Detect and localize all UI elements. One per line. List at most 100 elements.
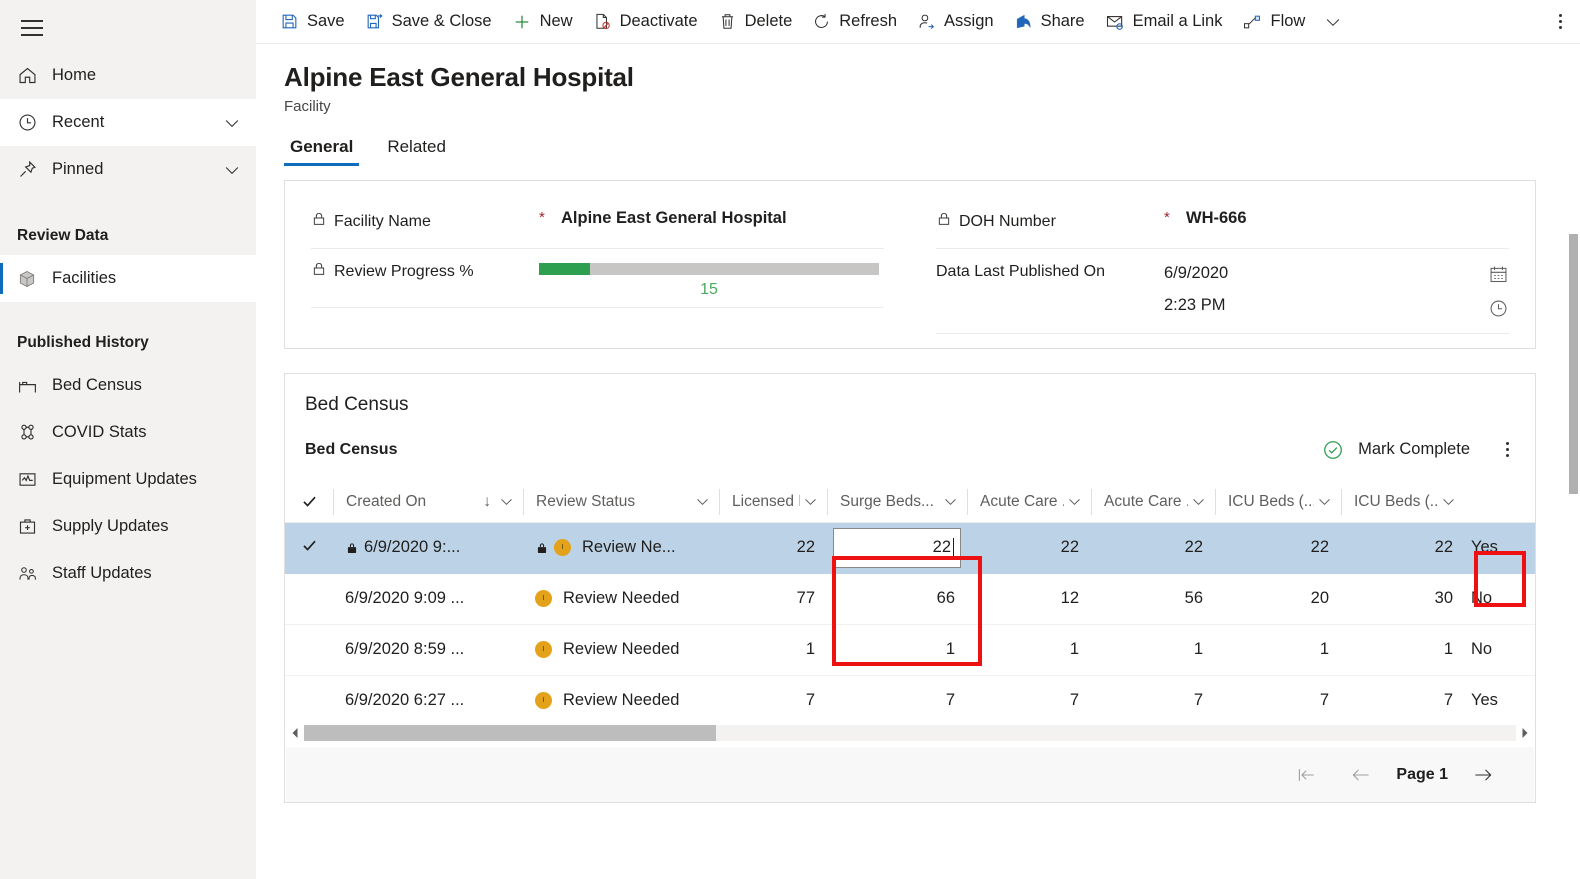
- published-date-value[interactable]: 6/9/2020: [1164, 257, 1475, 289]
- cell-icu-beds-2[interactable]: 30: [1341, 573, 1465, 625]
- sidebar-item-pinned[interactable]: Pinned: [0, 146, 256, 193]
- cell-acute-care-2[interactable]: 22: [1091, 522, 1215, 574]
- previous-page-button[interactable]: [1334, 766, 1388, 784]
- cell-acute-care-2[interactable]: 1: [1091, 624, 1215, 676]
- email-a-link-button[interactable]: Email a Link: [1095, 0, 1233, 44]
- col-icu-beds-2[interactable]: ICU Beds (...: [1341, 482, 1465, 523]
- scrollbar-thumb[interactable]: [304, 725, 717, 741]
- chevron-down-icon[interactable]: [1314, 493, 1333, 510]
- cell-icu-beds-1[interactable]: 1: [1215, 624, 1341, 676]
- flow-button[interactable]: Flow: [1232, 0, 1315, 44]
- published-time-value[interactable]: 2:23 PM: [1164, 289, 1475, 321]
- scrollbar-track[interactable]: [304, 725, 1516, 741]
- cell-acute-care-1[interactable]: 12: [967, 573, 1091, 625]
- delete-button[interactable]: Delete: [708, 0, 803, 44]
- chevron-down-icon[interactable]: [222, 113, 242, 133]
- chevron-down-icon[interactable]: [1438, 493, 1457, 510]
- cell-icu-beds-1[interactable]: 20: [1215, 573, 1341, 625]
- flow-chevron-down-icon[interactable]: [1315, 12, 1351, 32]
- sidebar-item-home[interactable]: Home: [0, 52, 256, 99]
- cell-review-status[interactable]: Review Needed: [523, 573, 719, 625]
- cell-created-on[interactable]: 6/9/2020 9:...: [333, 522, 523, 574]
- share-button[interactable]: Share: [1004, 0, 1095, 44]
- col-surge-beds[interactable]: Surge Beds...: [827, 482, 967, 523]
- table-row[interactable]: 6/9/2020 9:09 ... Review Needed 77 66 12…: [285, 573, 1535, 625]
- row-checkbox[interactable]: [285, 624, 333, 676]
- facility-name-value[interactable]: Alpine East General Hospital: [561, 207, 884, 228]
- table-row[interactable]: 6/9/2020 9:... Review Ne... 22 22 22 22 …: [285, 522, 1535, 574]
- sidebar-item-bed-census[interactable]: Bed Census: [0, 362, 256, 409]
- chevron-down-icon[interactable]: [940, 493, 959, 510]
- grid-horizontal-scrollbar[interactable]: [286, 719, 1534, 747]
- cell-icu-beds-2[interactable]: 22: [1341, 522, 1465, 574]
- cell-surge-beds[interactable]: 66: [827, 573, 967, 625]
- scrollbar-thumb[interactable]: [1569, 234, 1578, 494]
- col-select-all[interactable]: [285, 482, 333, 523]
- chevron-down-icon[interactable]: [800, 493, 819, 510]
- new-button[interactable]: New: [502, 0, 583, 44]
- command-bar-overflow-button[interactable]: [1549, 14, 1580, 29]
- scroll-right-arrow-icon[interactable]: [1516, 727, 1534, 739]
- col-licensed-beds[interactable]: Licensed B...: [719, 482, 827, 523]
- cell-acute-care-1[interactable]: 1: [967, 624, 1091, 676]
- cell-acute-care-1[interactable]: 22: [967, 522, 1091, 574]
- save-button[interactable]: Save: [270, 0, 355, 44]
- first-page-button[interactable]: [1280, 766, 1334, 784]
- tab-general[interactable]: General: [284, 137, 360, 166]
- cell-surge-beds[interactable]: 22: [827, 522, 967, 574]
- cell-acute-care-2[interactable]: 56: [1091, 573, 1215, 625]
- cell-created-on[interactable]: 6/9/2020 8:59 ...: [333, 624, 523, 676]
- save-and-close-button[interactable]: Save & Close: [355, 0, 502, 44]
- chevron-down-icon[interactable]: [692, 493, 711, 510]
- subgrid-overflow-button[interactable]: [1500, 436, 1515, 463]
- cell-review-status[interactable]: Review Needed: [523, 624, 719, 676]
- cell-icu-beds-1[interactable]: 22: [1215, 522, 1341, 574]
- col-review-status[interactable]: Review Status: [523, 482, 719, 523]
- row-checkbox[interactable]: [285, 573, 333, 625]
- sidebar-item-facilities[interactable]: Facilities: [0, 255, 256, 302]
- cell-review-status[interactable]: Review Ne...: [523, 522, 719, 574]
- assign-button[interactable]: Assign: [907, 0, 1004, 44]
- doh-number-value[interactable]: WH-666: [1186, 207, 1509, 228]
- refresh-button[interactable]: Refresh: [802, 0, 907, 44]
- sidebar-item-covid-stats[interactable]: COVID Stats: [0, 409, 256, 456]
- cell-licensed-beds[interactable]: 1: [719, 624, 827, 676]
- chevron-down-icon[interactable]: [222, 160, 242, 180]
- scroll-left-arrow-icon[interactable]: [286, 727, 304, 739]
- sidebar-item-staff-updates[interactable]: Staff Updates: [0, 550, 256, 597]
- page-vertical-scrollbar[interactable]: [1564, 44, 1580, 879]
- deactivate-button[interactable]: Deactivate: [583, 0, 708, 44]
- cell-row-save[interactable]: [1517, 573, 1535, 625]
- cell-yes-no[interactable]: No: [1465, 573, 1517, 625]
- calendar-icon[interactable]: [1475, 257, 1509, 291]
- sidebar-item-supply-updates[interactable]: Supply Updates: [0, 503, 256, 550]
- sidebar-item-recent[interactable]: Recent: [0, 99, 256, 146]
- table-row[interactable]: 6/9/2020 8:59 ... Review Needed 1 1 1 1: [285, 624, 1535, 676]
- chevron-down-icon[interactable]: [1188, 493, 1207, 510]
- surge-beds-input[interactable]: 22: [833, 527, 961, 568]
- cell-row-save[interactable]: [1517, 522, 1535, 574]
- row-checkbox[interactable]: [285, 522, 333, 574]
- col-acute-care-2[interactable]: Acute Care ...: [1091, 482, 1215, 523]
- cell-licensed-beds[interactable]: 77: [719, 573, 827, 625]
- mark-complete-button[interactable]: Mark Complete: [1322, 439, 1470, 461]
- col-created-on[interactable]: Created On ↓: [333, 482, 523, 523]
- chevron-down-icon[interactable]: [496, 493, 515, 510]
- col-acute-care-1[interactable]: Acute Care ...: [967, 482, 1091, 523]
- cell-surge-beds[interactable]: 1: [827, 624, 967, 676]
- save-icon[interactable]: [1534, 490, 1535, 513]
- cell-yes-no[interactable]: No: [1465, 624, 1517, 676]
- next-page-button[interactable]: [1456, 766, 1510, 784]
- cell-row-save[interactable]: [1517, 624, 1535, 676]
- cell-icu-beds-2[interactable]: 1: [1341, 624, 1465, 676]
- cell-licensed-beds[interactable]: 22: [719, 522, 827, 574]
- sidebar-item-equipment-updates[interactable]: Equipment Updates: [0, 456, 256, 503]
- menu-toggle-button[interactable]: [8, 4, 56, 52]
- tab-related[interactable]: Related: [381, 137, 452, 166]
- col-icu-beds-1[interactable]: ICU Beds (...: [1215, 482, 1341, 523]
- cell-created-on[interactable]: 6/9/2020 9:09 ...: [333, 573, 523, 625]
- clock-icon[interactable]: [1475, 291, 1509, 325]
- ellipsis-dot: [1559, 20, 1562, 23]
- cell-yes-no[interactable]: Yes: [1465, 522, 1517, 574]
- chevron-down-icon[interactable]: [1064, 493, 1083, 510]
